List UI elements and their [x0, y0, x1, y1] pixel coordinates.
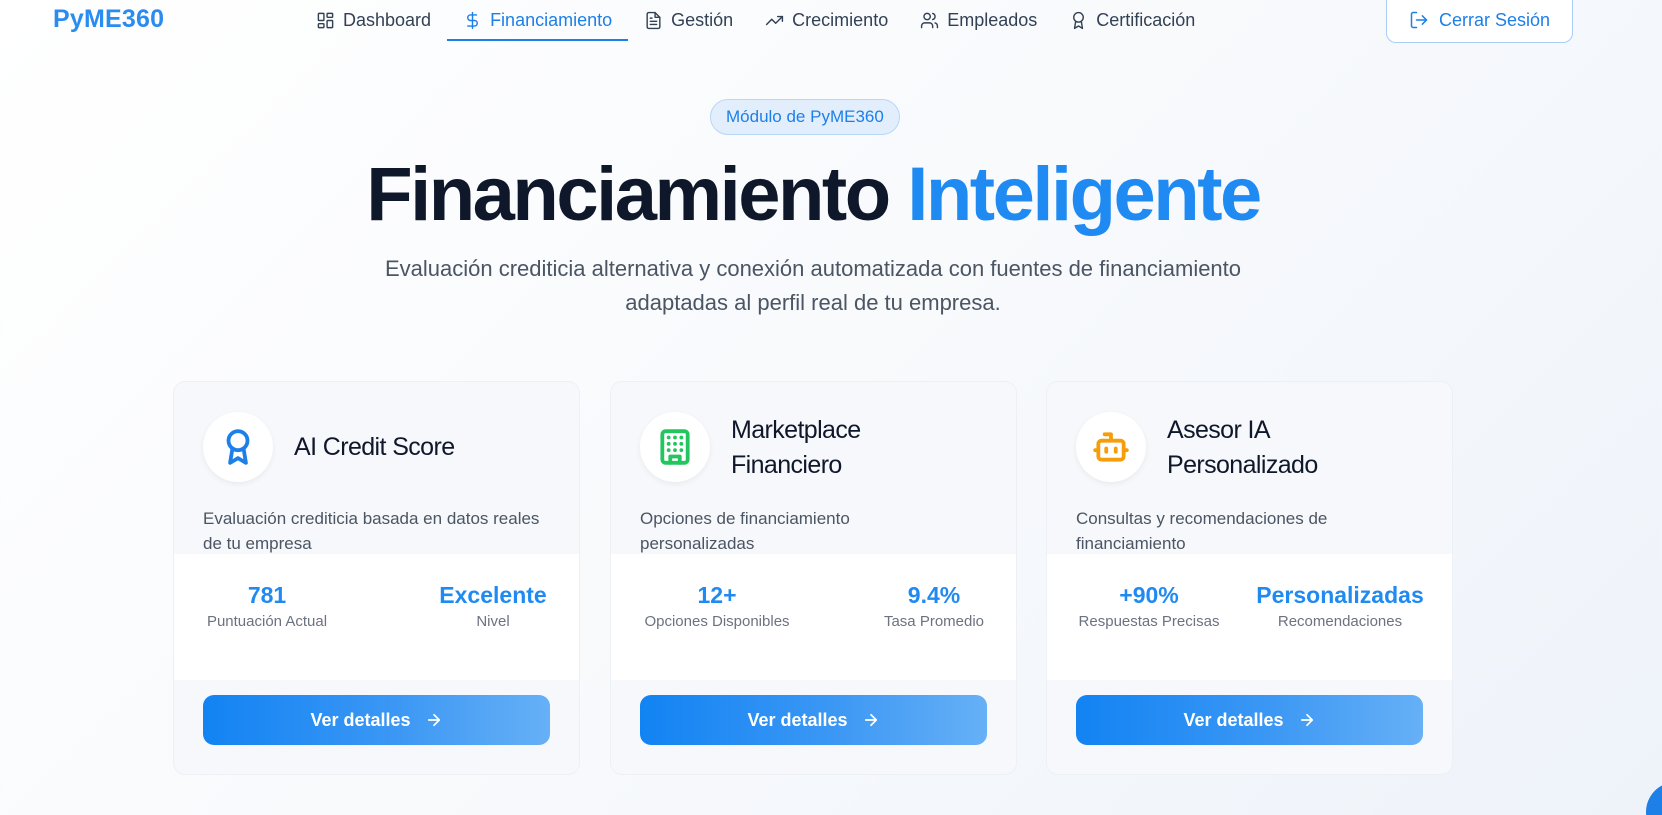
- dollar-icon: [467, 11, 478, 29]
- stat-label: Nivel: [476, 613, 510, 630]
- bot-icon: [1093, 432, 1129, 462]
- stat-recommendations: Personalizadas Recomendaciones: [1256, 580, 1424, 632]
- card-title: Marketplace Financiero: [731, 413, 1001, 483]
- stat-label: Recomendaciones: [1277, 613, 1403, 630]
- brand-logo[interactable]: PyME360: [53, 5, 164, 34]
- card-marketplace-financiero: Marketplace Financiero Opciones de finan…: [610, 381, 1017, 775]
- nav-item-dashboard[interactable]: Dashboard: [300, 0, 447, 40]
- nav-item-label: Certificación: [1096, 9, 1196, 30]
- stat-value: 12+: [697, 582, 737, 608]
- stat-options: 12+ Opciones Disponibles: [640, 580, 794, 632]
- logout-label: Cerrar Sesión: [1438, 9, 1551, 30]
- nav-links: Dashboard Financiamiento Gestión Crecimi…: [300, 0, 1211, 44]
- card-title: Asesor IA Personalizado: [1167, 413, 1437, 483]
- nav-item-label: Dashboard: [343, 9, 432, 30]
- view-details-button[interactable]: Ver detalles: [203, 695, 550, 745]
- stat-label: Opciones Disponibles: [644, 613, 790, 630]
- trend-up-icon: [766, 15, 784, 25]
- logout-button[interactable]: Cerrar Sesión: [1386, 0, 1573, 43]
- stat-value: 781: [247, 582, 287, 608]
- nav-item-certificacion[interactable]: Certificación: [1053, 0, 1211, 40]
- card-title-line-2: Personalizado: [1167, 451, 1318, 479]
- button-label: Ver detalles: [310, 709, 411, 730]
- arrow-right-icon: [1300, 713, 1313, 727]
- logout-icon: [1410, 11, 1428, 29]
- card-description: Consultas y recomendaciones de financiam…: [1076, 509, 1328, 553]
- view-details-button[interactable]: Ver detalles: [1076, 695, 1423, 745]
- card-icon-wrapper: [203, 412, 273, 482]
- nav-item-label: Gestión: [671, 9, 734, 30]
- subtitle-line-2: adaptadas al perfil real de tu empresa.: [625, 290, 1001, 315]
- view-details-button[interactable]: Ver detalles: [640, 695, 987, 745]
- grid-icon: [317, 12, 334, 28]
- subtitle-line-1: Evaluación crediticia alternativa y cone…: [384, 256, 1242, 281]
- stat-rate: 9.4% Tasa Promedio: [881, 580, 987, 632]
- document-icon: [646, 11, 661, 29]
- card-title: AI Credit Score: [294, 433, 455, 461]
- nav-item-label: Financiamiento: [490, 9, 613, 30]
- nav-item-financiamiento[interactable]: Financiamiento: [447, 0, 629, 41]
- floating-action-button[interactable]: [1646, 782, 1662, 815]
- stat-value: 9.4%: [907, 582, 961, 608]
- stat-value: Excelente: [439, 582, 547, 608]
- stat-label: Puntuación Actual: [206, 613, 328, 630]
- nav-item-empleados[interactable]: Empleados: [904, 0, 1053, 40]
- arrow-right-icon: [864, 713, 877, 727]
- stat-value: +90%: [1119, 582, 1179, 608]
- page-subtitle: Evaluación crediticia alternativa y cone…: [313, 252, 1313, 320]
- card-stats: +90% Respuestas Precisas Personalizadas …: [1047, 554, 1452, 680]
- users-icon: [921, 12, 939, 28]
- arrow-right-icon: [427, 713, 440, 727]
- module-badge: Módulo de PyME360: [710, 99, 900, 135]
- title-accent: Inteligente: [907, 152, 1262, 237]
- stat-score: 781 Puntuación Actual: [203, 580, 331, 632]
- nav-item-label: Crecimiento: [792, 9, 889, 30]
- card-description: Evaluación crediticia basada en datos re…: [203, 509, 540, 553]
- card-stats: 781 Puntuación Actual Excelente Nivel: [174, 554, 579, 680]
- stat-level: Excelente Nivel: [435, 580, 551, 632]
- stat-value: Personalizadas: [1256, 582, 1424, 608]
- card-title-line-1: Asesor IA: [1167, 416, 1271, 444]
- stat-accuracy: +90% Respuestas Precisas: [1076, 580, 1222, 632]
- card-icon-wrapper: [640, 412, 710, 482]
- award-icon: [226, 429, 250, 465]
- page-title: Financiamiento Inteligente: [0, 150, 1626, 240]
- nav-item-label: Empleados: [947, 9, 1038, 30]
- building-icon: [660, 429, 690, 465]
- nav-item-crecimiento[interactable]: Crecimiento: [749, 0, 904, 40]
- card-ai-credit-score: AI Credit Score Evaluación crediticia ba…: [173, 381, 580, 775]
- card-asesor-ia: Asesor IA Personalizado Consultas y reco…: [1046, 381, 1453, 775]
- top-nav: PyME360 Dashboard Financiamiento Gestión…: [0, 0, 1662, 44]
- card-description: Opciones de financiamiento personalizada…: [640, 509, 850, 553]
- card-title-line-1: Marketplace: [731, 416, 861, 444]
- card-title-line-2: Financiero: [731, 451, 842, 479]
- stat-label: Tasa Promedio: [883, 613, 985, 630]
- card-icon-wrapper: [1076, 412, 1146, 482]
- nav-item-gestion[interactable]: Gestión: [628, 0, 749, 40]
- button-label: Ver detalles: [747, 709, 848, 730]
- button-label: Ver detalles: [1183, 709, 1284, 730]
- card-stats: 12+ Opciones Disponibles 9.4% Tasa Prome…: [611, 554, 1016, 680]
- title-main: Financiamiento: [366, 152, 891, 237]
- award-icon: [1073, 11, 1085, 29]
- stat-label: Respuestas Precisas: [1078, 613, 1220, 630]
